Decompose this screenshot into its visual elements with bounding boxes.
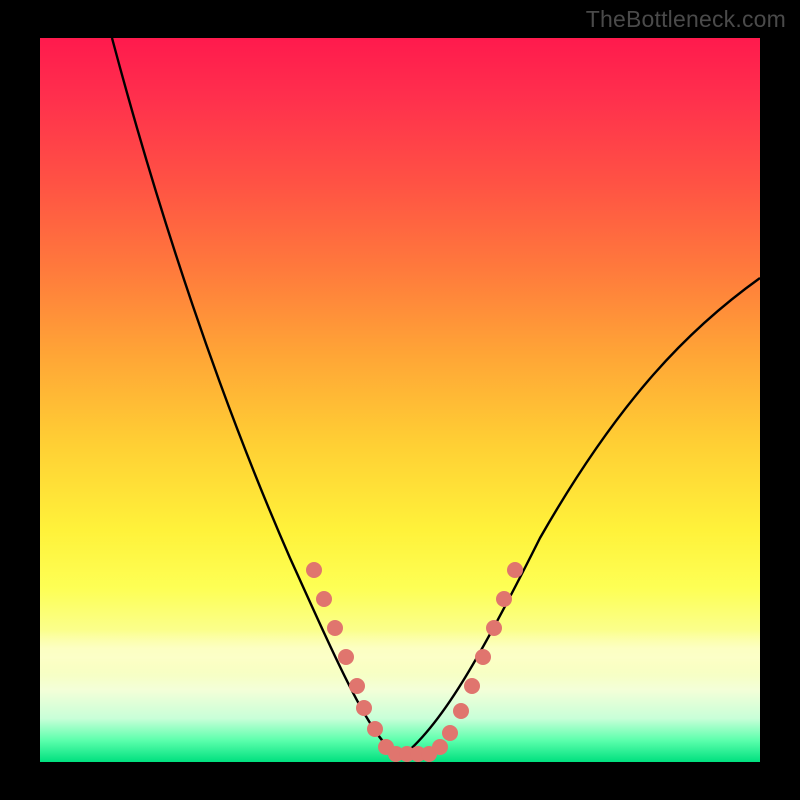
plot-area	[40, 38, 760, 762]
left-curve	[112, 38, 400, 758]
watermark-text: TheBottleneck.com	[586, 6, 786, 33]
chart-curves	[40, 38, 760, 762]
right-curve	[400, 278, 760, 758]
chart-frame: TheBottleneck.com	[0, 0, 800, 800]
